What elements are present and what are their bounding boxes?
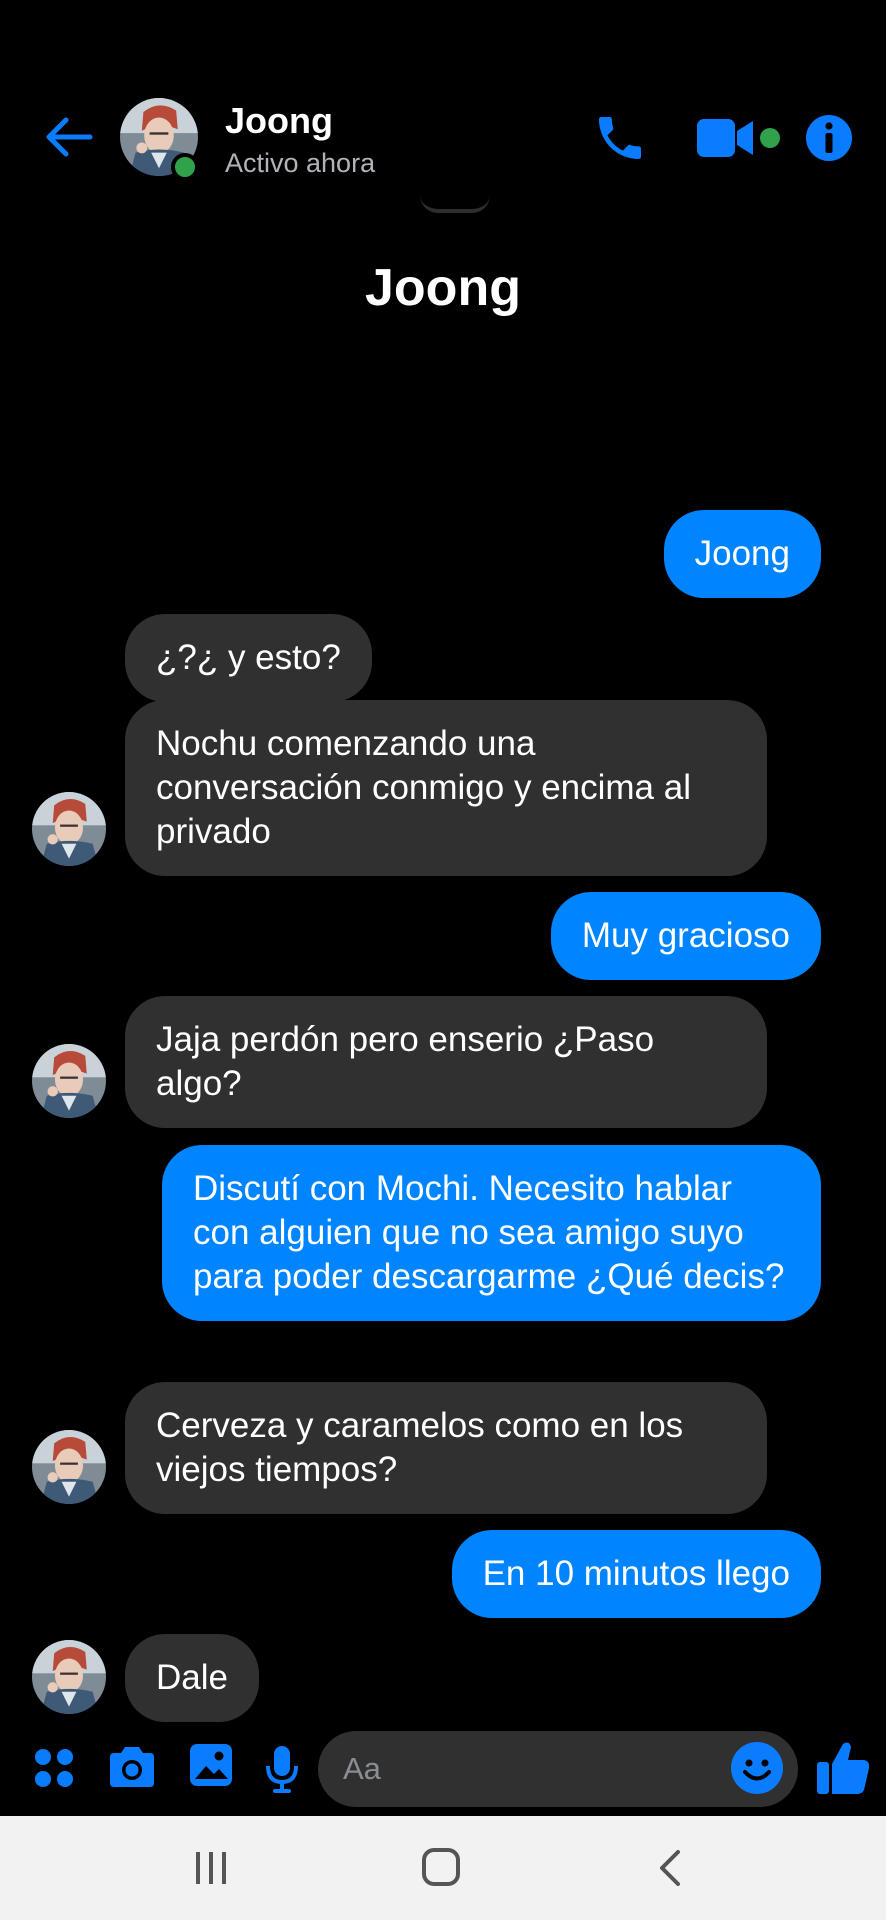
contact-status: Activo ahora [225, 148, 376, 178]
message-incoming[interactable]: Nochu comenzando una conversación conmig… [125, 700, 767, 876]
gallery-icon[interactable] [188, 1742, 234, 1788]
camera-icon[interactable] [106, 1743, 158, 1791]
video-camera-icon[interactable] [695, 115, 757, 161]
conversation-title: Joong [365, 259, 521, 317]
back-arrow-icon[interactable] [40, 108, 98, 166]
contact-avatar-small[interactable] [32, 1640, 106, 1714]
contact-name[interactable]: Joong [225, 100, 333, 142]
message-input-placeholder: Aa [343, 1751, 381, 1786]
thumbs-up-icon[interactable] [815, 1738, 871, 1796]
message-incoming[interactable]: ¿?¿ y esto? [125, 614, 372, 702]
message-outgoing[interactable]: Discutí con Mochi. Necesito hablar con a… [162, 1145, 821, 1321]
message-incoming[interactable]: Jaja perdón pero enserio ¿Paso algo? [125, 996, 767, 1128]
emoji-icon[interactable] [730, 1741, 784, 1795]
info-icon[interactable] [804, 113, 854, 163]
home-icon[interactable] [420, 1847, 462, 1887]
video-active-dot [760, 128, 780, 148]
chat-header: Joong Activo ahora [0, 0, 886, 200]
contact-avatar-small[interactable] [32, 792, 106, 866]
message-outgoing[interactable]: En 10 minutos llego [451, 1530, 821, 1618]
message-incoming[interactable]: Cerveza y caramelos como en los viejos t… [125, 1382, 767, 1514]
message-outgoing[interactable]: Muy gracioso [550, 892, 821, 980]
back-icon[interactable] [656, 1848, 684, 1888]
profile-photo-edge [420, 195, 490, 213]
message-outgoing[interactable]: Joong [663, 510, 821, 598]
online-status-dot [171, 153, 199, 181]
message-incoming[interactable]: Dale [125, 1634, 259, 1722]
apps-icon[interactable] [32, 1746, 76, 1790]
phone-icon[interactable] [592, 110, 648, 166]
microphone-icon[interactable] [265, 1744, 299, 1794]
contact-avatar-small[interactable] [32, 1430, 106, 1504]
contact-avatar-small[interactable] [32, 1044, 106, 1118]
message-input[interactable] [318, 1731, 798, 1807]
recent-apps-icon[interactable] [193, 1848, 229, 1888]
